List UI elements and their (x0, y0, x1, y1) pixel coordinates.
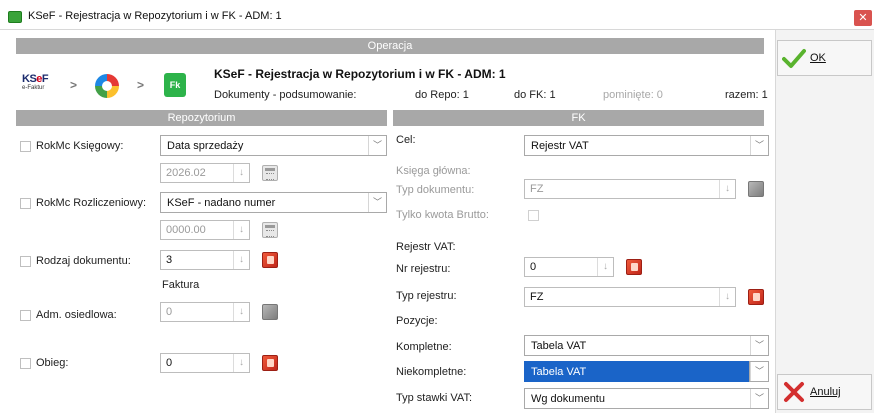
operation-header: Operacja (16, 38, 764, 54)
typ-stawki-select[interactable]: Wg dokumentu ﹀ (524, 388, 769, 409)
adm-osiedlowa-label: Adm. osiedlowa: (36, 309, 117, 321)
rokmc-rozliczeniowy-select[interactable]: KSeF - nadano numer ﹀ (160, 192, 387, 213)
checkmark-icon (782, 49, 806, 68)
lookup-icon[interactable] (748, 289, 764, 305)
obieg-label: Obieg: (36, 357, 69, 369)
niekompletne-select[interactable]: Tabela VAT (524, 361, 749, 382)
arrow-down-icon: ↓ (233, 221, 249, 239)
chevron-right-icon: > (137, 78, 145, 92)
repository-header: Repozytorium (16, 110, 387, 126)
summary-to-fk: do FK: 1 (514, 89, 556, 101)
arrow-down-icon: ↓ (719, 180, 735, 198)
chevron-down-icon: ﹀ (368, 136, 386, 155)
tylko-brutto-label: Tylko kwota Brutto: (396, 209, 489, 221)
arrow-down-icon: ↓ (719, 288, 735, 306)
arrow-down-icon: ↓ (233, 354, 249, 372)
typ-dokumentu-input[interactable]: FZ ↓ (524, 179, 736, 199)
adm-osiedlowa-input[interactable]: 0 ↓ (160, 302, 250, 322)
rokmc-ksiegowy-period-input[interactable]: 2026.02 ↓ (160, 163, 250, 183)
fk-logo: Fk (164, 73, 186, 97)
summary-total: razem: 1 (725, 89, 768, 101)
title-bar: KSeF - Rejestracja w Repozytorium i w FK… (0, 0, 874, 30)
rejestr-vat-label: Rejestr VAT: (396, 241, 456, 253)
chevron-down-icon: ﹀ (750, 336, 768, 355)
chevron-down-icon: ﹀ (750, 362, 768, 381)
nr-rejestru-label: Nr rejestru: (396, 263, 451, 275)
niekompletne-label: Niekompletne: (396, 366, 467, 378)
ok-button-label: OK (810, 52, 826, 64)
app-icon (8, 11, 22, 23)
obieg-input[interactable]: 0 ↓ (160, 353, 250, 373)
repository-logo (95, 74, 119, 98)
lookup-icon[interactable] (748, 181, 764, 197)
summary-to-repo: do Repo: 1 (415, 89, 469, 101)
pozycje-label: Pozycje: (396, 315, 438, 327)
cel-label: Cel: (396, 134, 416, 146)
rokmc-rozliczeniowy-period-input[interactable]: 0000.00 ↓ (160, 220, 250, 240)
chevron-down-icon: ﹀ (750, 389, 768, 408)
ksiega-glowna-label: Księga główna: (396, 165, 471, 177)
rokmc-rozliczeniowy-checkbox[interactable] (20, 198, 31, 209)
lookup-icon[interactable] (262, 304, 278, 320)
ok-button[interactable]: OK (777, 40, 872, 76)
rokmc-ksiegowy-select[interactable]: Data sprzedaży ﹀ (160, 135, 387, 156)
obieg-checkbox[interactable] (20, 358, 31, 369)
arrow-down-icon: ↓ (233, 164, 249, 182)
cancel-button[interactable]: Anuluj (777, 374, 872, 410)
arrow-down-icon: ↓ (233, 303, 249, 321)
typ-rejestru-label: Typ rejestru: (396, 290, 457, 302)
rokmc-ksiegowy-label: RokMc Księgowy: (36, 140, 124, 152)
typ-dokumentu-label: Typ dokumentu: (396, 184, 475, 196)
cancel-x-icon (784, 382, 804, 402)
button-panel (775, 30, 874, 413)
lookup-icon[interactable] (262, 252, 278, 268)
typ-stawki-label: Typ stawki VAT: (396, 392, 473, 404)
kompletne-select[interactable]: Tabela VAT ﹀ (524, 335, 769, 356)
lookup-icon[interactable] (626, 259, 642, 275)
cancel-button-label: Anuluj (810, 386, 841, 398)
rokmc-rozliczeniowy-label: RokMc Rozliczeniowy: (36, 197, 147, 209)
arrow-down-icon: ↓ (233, 251, 249, 269)
operation-title: KSeF - Rejestracja w Repozytorium i w FK… (214, 67, 506, 81)
chevron-down-icon: ﹀ (750, 136, 768, 155)
calendar-icon[interactable] (262, 222, 278, 238)
close-button[interactable]: ✕ (854, 10, 872, 26)
rokmc-ksiegowy-checkbox[interactable] (20, 141, 31, 152)
rodzaj-dokumentu-checkbox[interactable] (20, 256, 31, 267)
niekompletne-dropdown-button[interactable]: ﹀ (749, 361, 769, 382)
rodzaj-dokumentu-input[interactable]: 3 ↓ (160, 250, 250, 270)
ksef-logo: KSeF e-Faktur (22, 73, 49, 91)
summary-label: Dokumenty - podsumowanie: (214, 89, 357, 101)
lookup-icon[interactable] (262, 355, 278, 371)
adm-osiedlowa-checkbox[interactable] (20, 310, 31, 321)
nr-rejestru-input[interactable]: 0 ↓ (524, 257, 614, 277)
fk-header: FK (393, 110, 764, 126)
typ-rejestru-input[interactable]: FZ ↓ (524, 287, 736, 307)
arrow-down-icon: ↓ (597, 258, 613, 276)
cel-select[interactable]: Rejestr VAT ﹀ (524, 135, 769, 156)
calendar-icon[interactable] (262, 165, 278, 181)
kompletne-label: Kompletne: (396, 341, 452, 353)
rodzaj-dokumentu-label: Rodzaj dokumentu: (36, 255, 131, 267)
tylko-brutto-checkbox[interactable] (528, 210, 539, 221)
summary-skipped: pominięte: 0 (603, 89, 663, 101)
rodzaj-dokumentu-description: Faktura (162, 279, 200, 291)
chevron-right-icon: > (70, 78, 78, 92)
chevron-down-icon: ﹀ (368, 193, 386, 212)
window-title: KSeF - Rejestracja w Repozytorium i w FK… (28, 10, 282, 22)
